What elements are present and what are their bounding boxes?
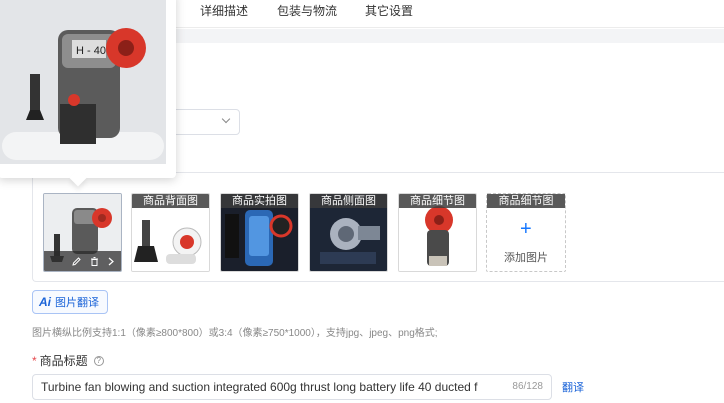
plus-icon: + <box>520 218 532 240</box>
add-image-label: 添加图片 <box>504 252 548 264</box>
add-image-button[interactable]: 商品细节图 + 添加图片 <box>486 193 566 272</box>
edit-icon[interactable] <box>71 256 82 267</box>
required-marker: * <box>32 353 37 368</box>
image-caption: 商品背面图 <box>132 194 209 208</box>
product-preview-image: H - 40 <box>0 0 166 164</box>
ai-image-translate-button[interactable]: Ai 图片翻译 <box>32 290 108 314</box>
tab-packaging-logistics[interactable]: 包装与物流 <box>277 2 337 19</box>
product-title-input[interactable]: Turbine fan blowing and suction integrat… <box>32 374 552 400</box>
ai-badge: Ai <box>39 295 51 309</box>
image-actions-bar <box>44 251 121 271</box>
side-image-thumb[interactable]: 商品侧面图 <box>309 193 388 272</box>
main-image-thumb[interactable] <box>43 193 122 272</box>
translate-link[interactable]: 翻译 <box>562 379 584 395</box>
tab-other-settings[interactable]: 其它设置 <box>365 2 413 19</box>
svg-text:H - 40: H - 40 <box>76 45 106 57</box>
image-caption: 商品侧面图 <box>310 194 387 208</box>
image-caption: 商品细节图 <box>487 194 565 208</box>
image-caption: 商品细节图 <box>399 194 476 208</box>
chevron-down-icon <box>221 114 231 124</box>
help-icon[interactable]: ? <box>93 355 104 366</box>
real-shot-image-thumb[interactable]: 商品实拍图 <box>220 193 299 272</box>
tab-detail-description[interactable]: 详细描述 <box>200 2 248 19</box>
ai-button-label: 图片翻译 <box>55 297 99 309</box>
image-caption: 商品实拍图 <box>221 194 298 208</box>
image-requirements-hint: 图片横纵比例支持1:1（像素≥800*800）或3:4（像素≥750*1000）… <box>32 328 438 339</box>
product-title-value: Turbine fan blowing and suction integrat… <box>41 380 478 394</box>
title-label-text: 商品标题 <box>39 354 88 368</box>
image-preview-popover: H - 40 <box>0 0 176 187</box>
title-field-label: * 商品标题 ? <box>32 352 104 369</box>
trash-icon[interactable] <box>89 256 100 267</box>
char-count: 86/128 <box>512 381 543 392</box>
detail-image-thumb[interactable]: 商品细节图 <box>398 193 477 272</box>
back-image-thumb[interactable]: 商品背面图 <box>131 193 210 272</box>
chevron-right-icon[interactable] <box>107 256 115 267</box>
